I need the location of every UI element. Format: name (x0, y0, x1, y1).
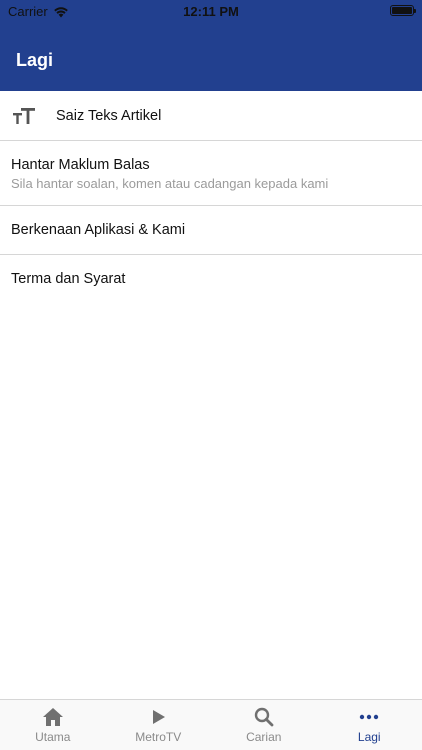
carrier-label: Carrier (8, 4, 48, 19)
tab-carian[interactable]: Carian (211, 700, 317, 750)
menu-item-send-feedback[interactable]: Hantar Maklum Balas Sila hantar soalan, … (0, 141, 422, 206)
menu-item-label: Berkenaan Aplikasi & Kami (11, 222, 186, 238)
more-icon (360, 714, 379, 720)
page-title: Lagi (16, 50, 54, 70)
play-icon (153, 710, 166, 724)
home-icon (42, 708, 63, 726)
menu-item-description: Sila hantar soalan, komen atau cadangan … (11, 176, 329, 191)
menu-item-article-text-size[interactable]: Saiz Teks Artikel (0, 91, 422, 141)
search-icon (254, 707, 274, 727)
settings-menu: Saiz Teks Artikel Hantar Maklum Balas Si… (0, 91, 422, 304)
tab-lagi[interactable]: Lagi (317, 700, 422, 750)
tab-label: Carian (246, 730, 282, 744)
tab-label: Lagi (357, 730, 381, 744)
tab-bar: Utama MetroTV Carian Lagi (0, 699, 422, 750)
navigation-bar: Lagi (0, 22, 422, 91)
menu-item-about[interactable]: Berkenaan Aplikasi & Kami (0, 206, 422, 255)
status-bar: Carrier 12:11 PM (0, 0, 422, 22)
tab-label: MetroTV (135, 730, 182, 744)
text-size-icon (13, 108, 35, 124)
menu-item-label: Terma dan Syarat (11, 271, 126, 287)
tab-utama[interactable]: Utama (0, 700, 106, 750)
tab-label: Utama (35, 730, 71, 744)
battery-icon (390, 5, 416, 16)
wifi-icon (53, 6, 68, 17)
menu-item-label: Saiz Teks Artikel (56, 108, 162, 124)
menu-item-label: Hantar Maklum Balas (11, 157, 150, 173)
carrier-indicator: Carrier (8, 4, 69, 19)
tab-metrotv[interactable]: MetroTV (106, 700, 212, 750)
menu-item-terms[interactable]: Terma dan Syarat (0, 255, 422, 304)
